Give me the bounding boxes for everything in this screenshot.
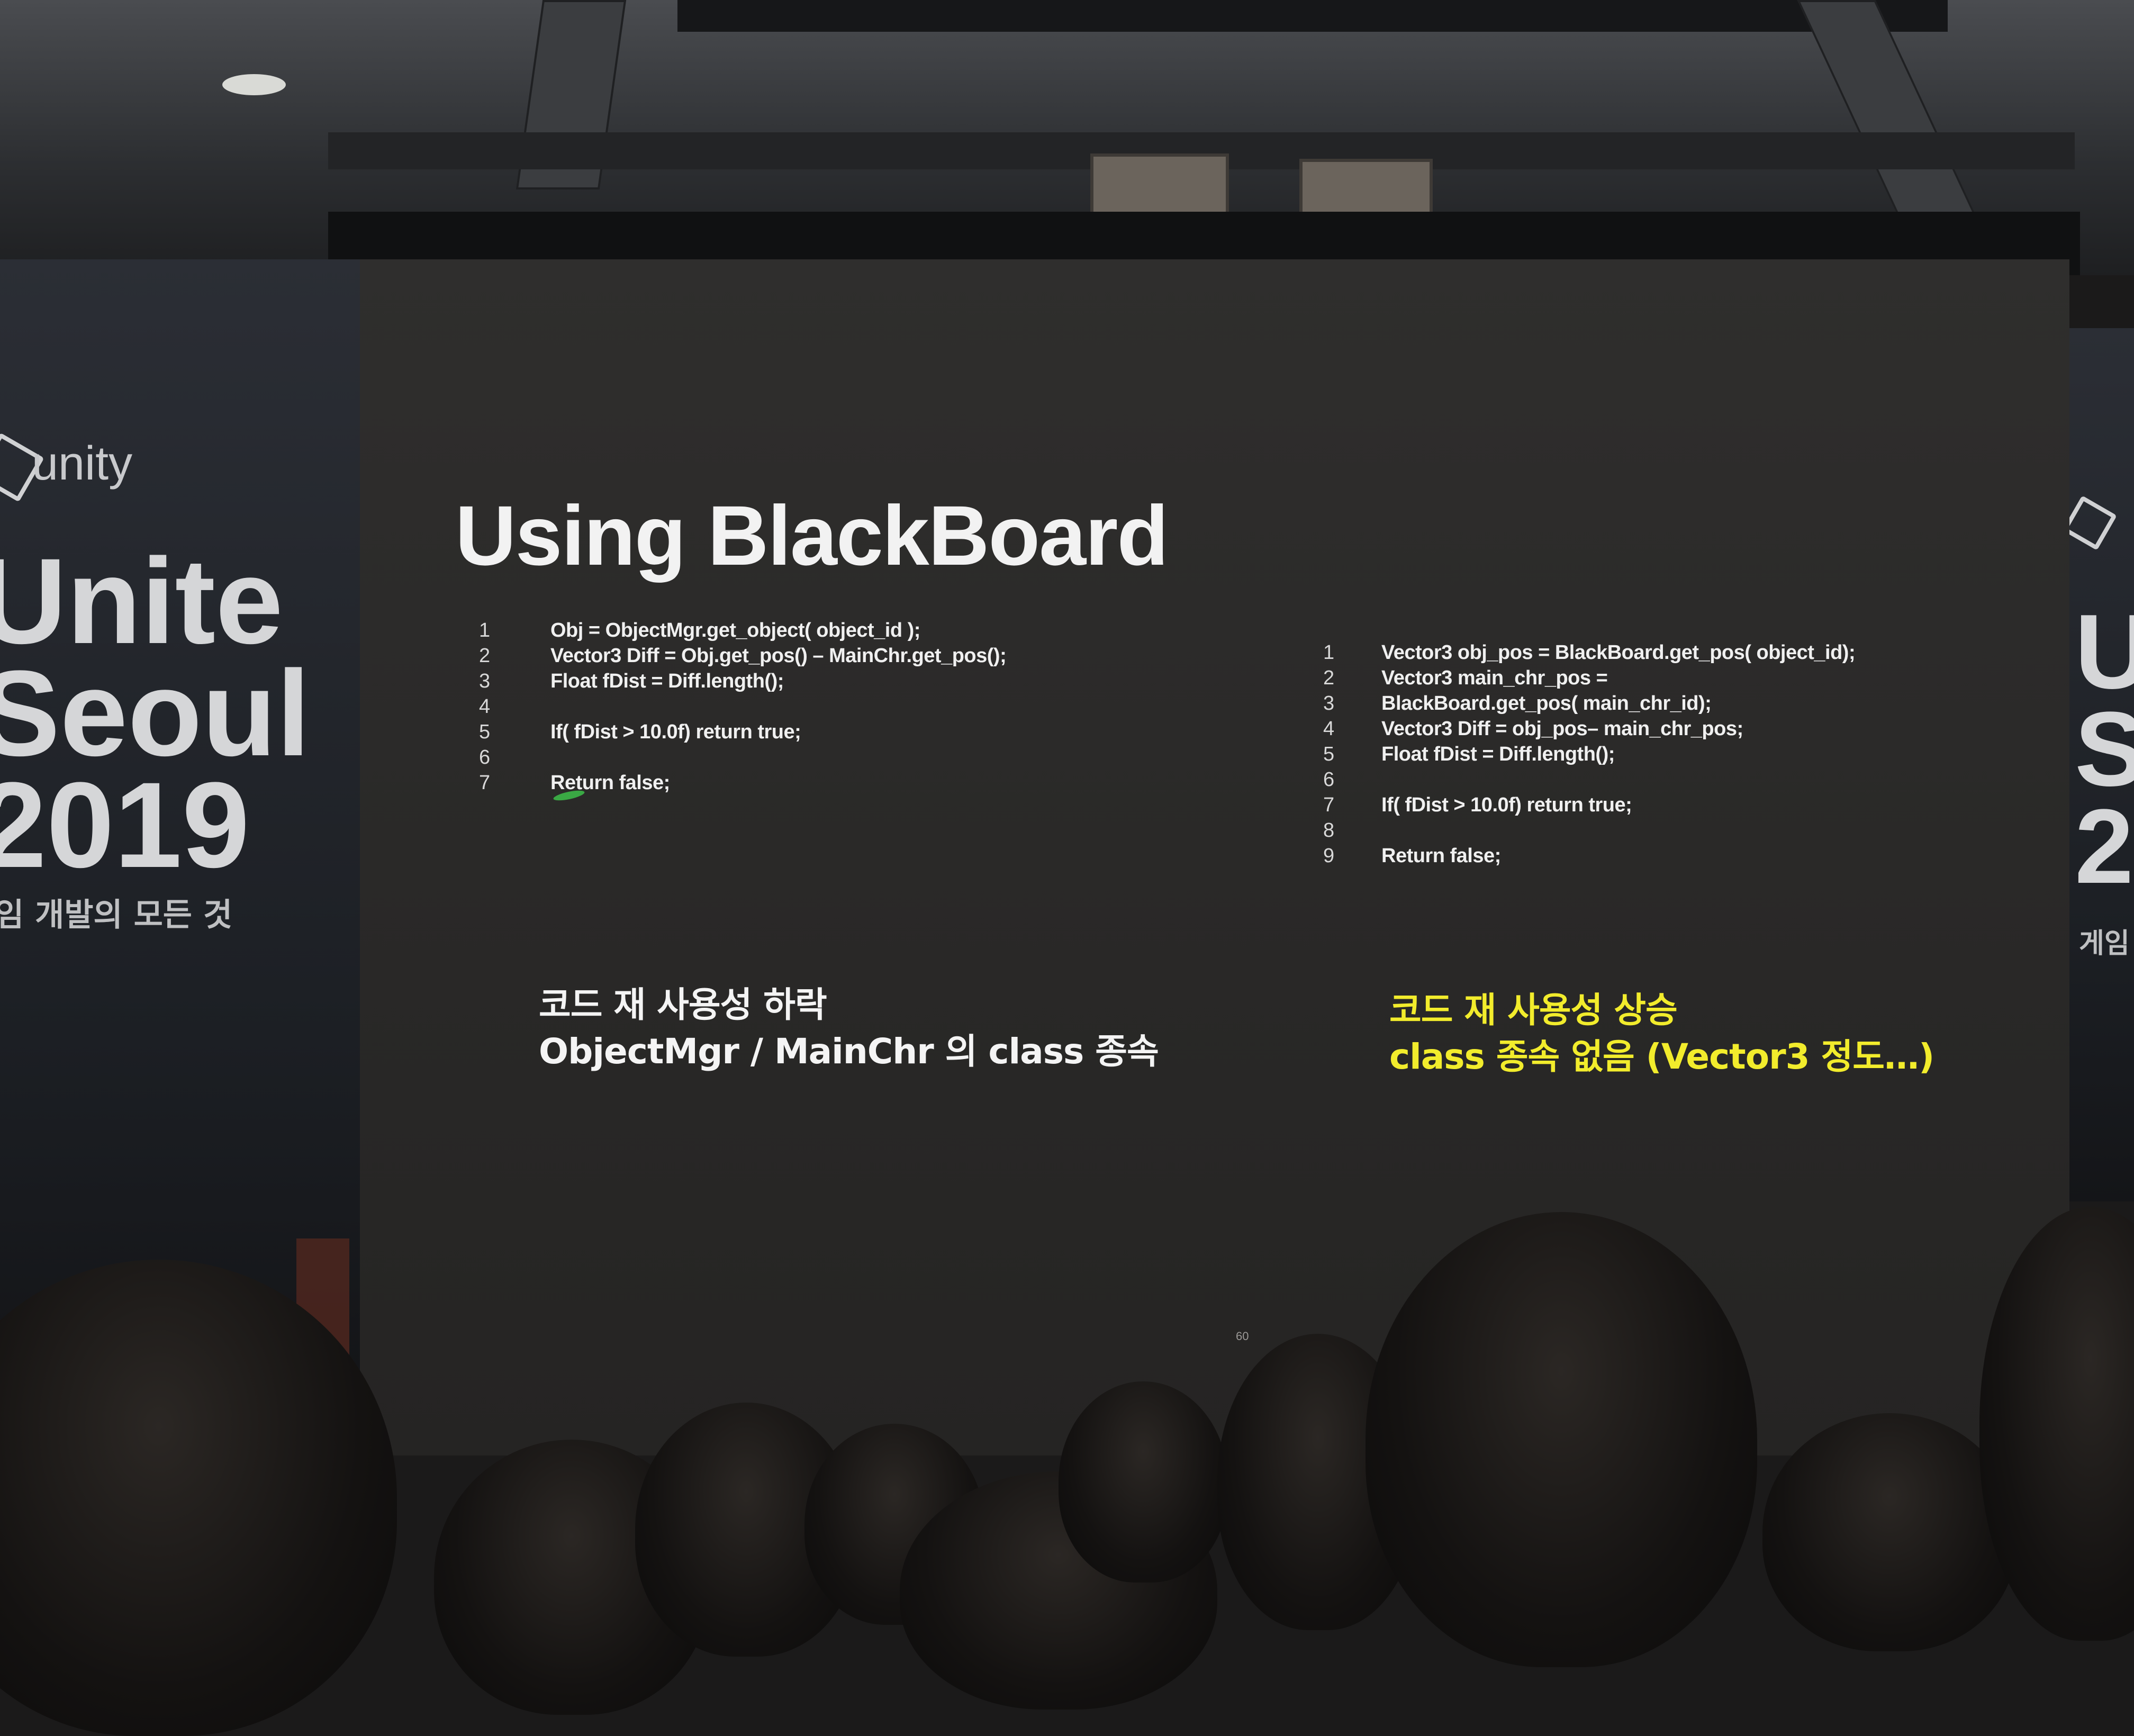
audience-head: [1059, 1381, 1228, 1583]
banner-logo-text: unity: [32, 437, 133, 490]
code-line: 4 Vector3 Diff = obj_pos– main_chr_pos;: [1323, 718, 1905, 743]
banner-title: U S 2: [2075, 593, 2134, 906]
line-number: 1: [479, 619, 491, 641]
code-text: Float fDist = Diff.length();: [550, 670, 784, 692]
line-number: 7: [479, 772, 491, 794]
code-line: 8: [1323, 819, 1905, 845]
line-number: 9: [1323, 845, 1335, 867]
right-caption: 코드 재 사용성 상승 class 종속 없음 (Vector3 정도…): [1389, 982, 1934, 1077]
code-line: 6: [479, 746, 1114, 772]
line-number: 5: [479, 721, 491, 743]
code-line: 1 Obj = ObjectMgr.get_object( object_id )…: [479, 619, 1114, 645]
banner-title-line: S: [2075, 690, 2134, 808]
banner-title-line: 2: [2075, 788, 2134, 906]
banner-title: Unite Seoul 2019: [0, 533, 311, 893]
code-line: 5 Float fDist = Diff.length();: [1323, 743, 1905, 768]
line-number: 3: [479, 670, 491, 692]
line-number: 8: [1323, 819, 1335, 842]
line-number: 3: [1323, 692, 1335, 715]
code-text: Return false;: [1381, 845, 1501, 867]
right-caption-line: class 종속 없음 (Vector3 정도…): [1389, 1036, 1934, 1077]
left-caption-line: ObjectMgr / MainChr 의 class 종속: [539, 1031, 1159, 1072]
code-line: 7 If( fDist > 10.0f) return true;: [1323, 794, 1905, 819]
unity-logo-icon: [2062, 495, 2117, 550]
line-number: 4: [479, 695, 491, 718]
code-line: 3 BlackBoard.get_pos( main_chr_id);: [1323, 692, 1905, 718]
banner-title-line: U: [2075, 593, 2134, 711]
code-text: Vector3 obj_pos = BlackBoard.get_pos( ob…: [1381, 641, 1856, 664]
code-text: Return false;: [550, 772, 670, 794]
code-text: If( fDist > 10.0f) return true;: [1381, 794, 1632, 816]
line-number: 6: [479, 746, 491, 768]
right-code-block: 1 Vector3 obj_pos = BlackBoard.get_pos( o…: [1323, 641, 1905, 870]
line-number: 1: [1323, 641, 1335, 664]
line-number: 4: [1323, 718, 1335, 740]
ceiling-vent: [677, 0, 1948, 32]
code-line: 4: [479, 695, 1114, 721]
code-text: BlackBoard.get_pos( main_chr_id);: [1381, 692, 1712, 715]
code-line: 9 Return false;: [1323, 845, 1905, 870]
left-code-block: 1 Obj = ObjectMgr.get_object( object_id )…: [479, 619, 1114, 797]
line-number: 2: [479, 645, 491, 667]
code-line: 5 If( fDist > 10.0f) return true;: [479, 721, 1114, 746]
code-line: 6: [1323, 768, 1905, 794]
line-number: 2: [1323, 667, 1335, 689]
code-text: Vector3 Diff = Obj.get_pos() – MainChr.g…: [550, 645, 1007, 667]
slide-page-number: 60: [1236, 1330, 1249, 1343]
left-caption: 코드 재 사용성 하락 ObjectMgr / MainChr 의 class …: [539, 976, 1159, 1072]
code-text: Vector3 Diff = obj_pos– main_chr_pos;: [1381, 718, 1743, 740]
ceiling-light: [222, 74, 286, 95]
right-caption-line: 코드 재 사용성 상승: [1389, 990, 1678, 1030]
banner-tagline: 임 개발의 모든 것: [0, 897, 233, 934]
code-line: 3 Float fDist = Diff.length();: [479, 670, 1114, 695]
code-text: Obj = ObjectMgr.get_object( object_id );: [550, 619, 920, 641]
line-number: 7: [1323, 794, 1335, 816]
code-line: 1 Vector3 obj_pos = BlackBoard.get_pos( o…: [1323, 641, 1905, 667]
left-event-banner: unity Unite Seoul 2019 임 개발의 모든 것: [0, 259, 360, 1371]
code-text: If( fDist > 10.0f) return true;: [550, 721, 801, 743]
audience-head: [1762, 1413, 2017, 1651]
slide-title: Using BlackBoard: [455, 488, 1169, 583]
line-number: 5: [1323, 743, 1335, 765]
banner-tagline: 게임: [2079, 928, 2130, 960]
banner-title-line: Seoul: [0, 645, 311, 781]
line-number: 6: [1323, 768, 1335, 791]
audience-head: [1366, 1212, 1757, 1667]
code-text: Vector3 main_chr_pos =: [1381, 667, 1608, 689]
code-line: 2 Vector3 Diff = Obj.get_pos() – MainChr.…: [479, 645, 1114, 670]
banner-title-line: 2019: [0, 757, 250, 893]
code-text: Float fDist = Diff.length();: [1381, 743, 1615, 765]
banner-title-line: Unite: [0, 533, 283, 669]
code-line: 2 Vector3 main_chr_pos =: [1323, 667, 1905, 692]
left-caption-line: 코드 재 사용성 하락: [539, 984, 827, 1025]
